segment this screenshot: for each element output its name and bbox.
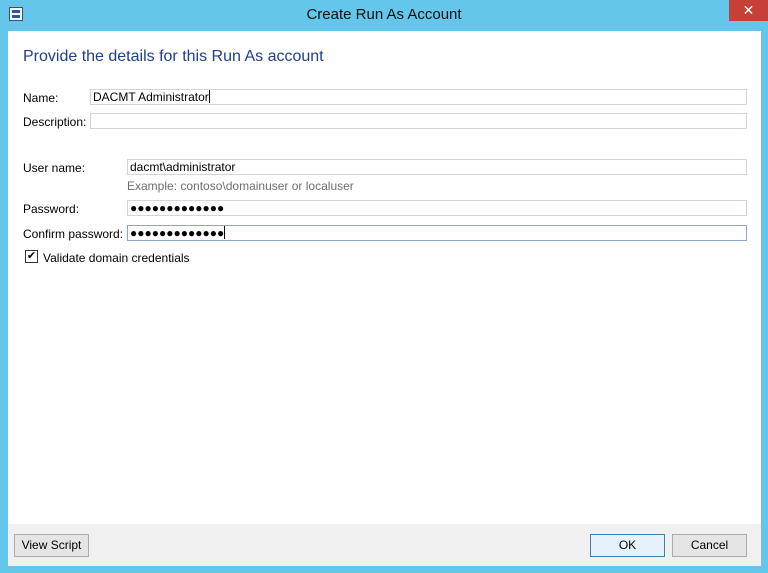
password-input-value: ●●●●●●●●●●●●● (130, 201, 225, 215)
form-panel: Provide the details for this Run As acco… (8, 31, 761, 524)
name-label: Name: (23, 91, 59, 105)
window-title: Create Run As Account (306, 6, 462, 23)
password-input[interactable]: ●●●●●●●●●●●●● (127, 200, 747, 216)
username-label: User name: (23, 161, 86, 175)
text-caret (224, 226, 226, 239)
username-hint: Example: contoso\domainuser or localuser (127, 179, 354, 193)
confirm-password-input-value: ●●●●●●●●●●●●● (130, 226, 225, 240)
name-input[interactable]: DACMT Administrator (90, 89, 747, 105)
dialog-window: Create Run As Account ✕ Provide the deta… (0, 0, 768, 573)
button-bar: View Script OK Cancel (8, 524, 761, 566)
view-script-button[interactable]: View Script (14, 534, 89, 557)
checkmark-icon: ✔ (26, 250, 37, 262)
dialog-client: Provide the details for this Run As acco… (8, 31, 761, 566)
description-label: Description: (23, 115, 87, 129)
ok-button[interactable]: OK (590, 534, 665, 557)
password-label: Password: (23, 202, 80, 216)
close-icon: ✕ (742, 2, 755, 18)
confirm-password-input[interactable]: ●●●●●●●●●●●●● (127, 225, 747, 241)
name-input-value: DACMT Administrator (93, 90, 209, 104)
validate-checkbox[interactable]: ✔ (25, 250, 38, 263)
validate-checkbox-label[interactable]: Validate domain credentials (43, 251, 190, 265)
username-input-value: dacmt\administrator (130, 160, 236, 174)
cancel-button[interactable]: Cancel (672, 534, 747, 557)
description-input[interactable] (90, 113, 747, 129)
form-heading: Provide the details for this Run As acco… (23, 48, 324, 65)
title-bar[interactable]: Create Run As Account ✕ (0, 0, 768, 30)
confirm-password-label: Confirm password: (23, 227, 124, 241)
username-input[interactable]: dacmt\administrator (127, 159, 747, 175)
text-caret (208, 90, 210, 103)
close-button[interactable]: ✕ (729, 0, 768, 21)
